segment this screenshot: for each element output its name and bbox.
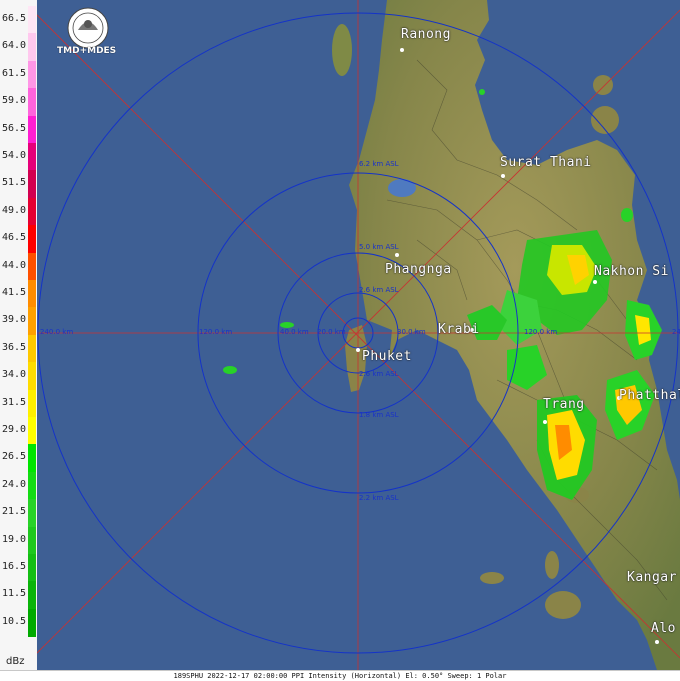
legend-color-swatch [28, 225, 36, 254]
legend-color-swatch [28, 471, 36, 500]
legend-value-label: 16.5 [2, 561, 27, 572]
radar-map-canvas [37, 0, 680, 670]
legend-value-label: 24.0 [2, 478, 27, 490]
place-label-trang: Trang [543, 397, 585, 412]
range-label-240km: 240.0 km [40, 328, 74, 336]
legend-color-swatch [28, 581, 36, 610]
place-label-surat-thani: Surat Thani [500, 155, 592, 170]
legend-color-swatch [28, 6, 36, 34]
range-label-40km: 40.0 km [280, 328, 309, 336]
legend-color-swatch [28, 362, 36, 391]
island [332, 24, 352, 76]
legend-color-swatch [28, 307, 36, 336]
place-label-kangar: Kangar [627, 570, 677, 585]
legend-value-label: 41.5 [2, 287, 27, 298]
range-label-120km-east: 120.0 km [524, 328, 558, 336]
range-label-30km-east: 30.0 km [397, 328, 426, 336]
legend-color-swatch [28, 554, 36, 582]
legend-unit: dBz [6, 656, 25, 667]
island [593, 75, 613, 95]
place-label-phatthalung: Phatthal [619, 388, 680, 403]
range-label-east-edge: 24 [672, 328, 680, 336]
legend-value-label: 51.5 [2, 177, 27, 189]
island [545, 551, 559, 579]
legend-value-label: 11.5 [2, 588, 27, 600]
dbz-color-legend: 66.5 64.0 61.5 59.0 56.5 54.0 51.5 49.0 46.5 44.0… [0, 0, 38, 670]
legend-color-swatch [28, 608, 36, 637]
legend-color-swatch [28, 197, 36, 226]
place-label-nakhon-si: Nakhon Si [594, 264, 669, 279]
legend-color-swatch [28, 115, 36, 144]
legend-value-label: 66.5 [2, 13, 27, 24]
legend-value-label: 36.5 [2, 341, 27, 353]
legend-color-swatch [28, 33, 36, 62]
range-label-20km: 20.0 km [317, 328, 346, 336]
legend-value-label: 54.0 [2, 150, 27, 161]
legend-value-label: 64.0 [2, 40, 27, 52]
legend-value-label: 56.5 [2, 122, 27, 134]
legend-value-label: 31.5 [2, 396, 27, 408]
height-label-north-3: 2.6 km ASL [359, 286, 399, 294]
legend-value-label: 46.5 [2, 232, 27, 244]
legend-color-swatch [28, 499, 36, 528]
legend-color-swatch [28, 526, 36, 555]
place-label-alor: Alo [651, 621, 676, 636]
logo-caption: TMD+MDES [57, 46, 117, 56]
island [480, 572, 504, 584]
legend-value-label: 61.5 [2, 67, 27, 79]
legend-color-swatch [28, 143, 36, 171]
legend-color-swatch [28, 60, 36, 89]
height-label-south-3: 2.2 km ASL [359, 494, 399, 502]
range-label-120km: 120.0 km [199, 328, 233, 336]
legend-value-label: 10.5 [2, 615, 27, 627]
legend-value-label: 34.0 [2, 369, 27, 381]
legend-value-label: 29.0 [2, 424, 27, 435]
place-label-phuket: Phuket [362, 349, 412, 364]
status-line: 189SPHU 2022-12-17 02:00:00 PPI Intensit… [0, 670, 680, 681]
height-label-south-1: 2.6 km ASL [359, 370, 399, 378]
legend-color-swatch [28, 88, 36, 117]
place-label-krabi: Krabi [438, 322, 480, 337]
height-label-north-2: 5.0 km ASL [359, 243, 399, 251]
legend-color-swatch [28, 444, 36, 473]
legend-color-swatch [28, 252, 36, 281]
height-label-south-2: 1.8 km ASL [359, 411, 399, 419]
legend-color-swatch [28, 389, 36, 418]
island [545, 591, 581, 619]
legend-color-swatch [28, 280, 36, 308]
place-label-ranong: Ranong [401, 27, 451, 42]
legend-value-label: 44.0 [2, 259, 27, 271]
legend-color-swatch [28, 170, 36, 199]
legend-value-label: 59.0 [2, 95, 27, 107]
height-label-north-1: 6.2 km ASL [359, 160, 399, 168]
legend-color-swatch [28, 334, 36, 363]
legend-value-label: 21.5 [2, 506, 27, 518]
lake [388, 179, 416, 197]
radar-map[interactable]: Ranong Surat Thani Phangnga Nakhon Si Kr… [37, 0, 680, 670]
legend-color-swatch [28, 417, 36, 445]
place-label-phangnga: Phangnga [385, 262, 452, 277]
legend-value-label: 39.0 [2, 314, 27, 326]
legend-value-label: 49.0 [2, 204, 27, 216]
radar-viewer: 66.5 64.0 61.5 59.0 56.5 54.0 51.5 49.0 46.5 44.0… [0, 0, 680, 681]
legend-value-label: 26.5 [2, 451, 27, 463]
legend-value-label: 19.0 [2, 533, 27, 545]
